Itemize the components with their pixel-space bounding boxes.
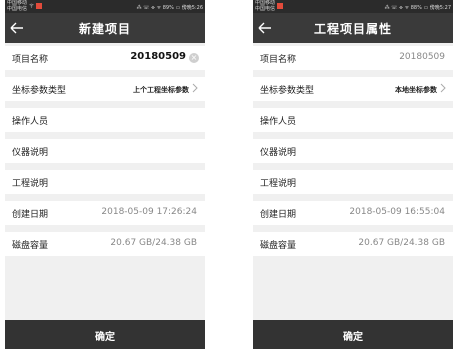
- status-bar: 中国移动 中国电信 ⁂ ☏ ⌯ ᯤ 88% ▭ 傍晚5:27: [253, 0, 453, 13]
- project-name-value[interactable]: 20180509: [130, 51, 186, 62]
- coordinate-param-type-row[interactable]: 坐标参数类型 上个工程坐标参数: [5, 77, 205, 101]
- new-project-screen: 中国移动 中国电信 ⁂ ☏ ⌯ ᯤ 89% ▭ 傍晚5:26 新建项目 项目名称…: [5, 0, 205, 349]
- project-desc-label: 工程说明: [260, 179, 297, 189]
- coordinate-param-type-label: 坐标参数类型: [12, 86, 67, 96]
- project-name-label: 项目名称: [260, 55, 297, 65]
- instrument-desc-row[interactable]: 仪器说明: [5, 139, 205, 163]
- clear-circle-icon[interactable]: ×: [189, 53, 199, 63]
- operator-label: 操作人员: [12, 117, 49, 127]
- project-desc-label: 工程说明: [12, 179, 49, 189]
- instrument-desc-row[interactable]: 仪器说明: [253, 139, 453, 163]
- chevron-right-icon: [192, 83, 198, 93]
- confirm-button[interactable]: 确定: [253, 320, 453, 349]
- status-right: ⁂ ☏ ⌯ ᯤ 88% ▭ 傍晚5:27: [384, 5, 451, 11]
- carrier-info: 中国移动 中国电信: [255, 0, 275, 12]
- coordinate-param-type-value: 本地坐标参数: [395, 86, 437, 94]
- project-name-value: 20180509: [399, 52, 445, 62]
- carrier-2: 中国电信: [255, 6, 276, 12]
- operator-label: 操作人员: [260, 117, 297, 127]
- form-list: 项目名称 20180509 × 坐标参数类型 上个工程坐标参数 操作人员 仪器说…: [5, 43, 205, 256]
- coordinate-param-type-row[interactable]: 坐标参数类型 本地坐标参数: [253, 77, 453, 101]
- disk-capacity-value: 20.67 GB/24.38 GB: [110, 238, 197, 248]
- disk-capacity-row: 磁盘容量 20.67 GB/24.38 GB: [5, 232, 205, 256]
- created-date-value: 2018-05-09 17:26:24: [101, 207, 197, 217]
- carrier-info: 中国移动 中国电信: [7, 0, 27, 12]
- project-name-row: 项目名称 20180509: [253, 46, 453, 70]
- instrument-desc-label: 仪器说明: [12, 148, 49, 158]
- notification-icon: [277, 3, 283, 9]
- confirm-label: 确定: [343, 332, 363, 343]
- page-title: 新建项目: [78, 22, 131, 36]
- disk-capacity-value: 20.67 GB/24.38 GB: [358, 238, 445, 248]
- operator-row[interactable]: 操作人员: [5, 108, 205, 132]
- created-date-row: 创建日期 2018-05-09 17:26:24: [5, 201, 205, 225]
- status-bar: 中国移动 中国电信 ⁂ ☏ ⌯ ᯤ 89% ▭ 傍晚5:26: [5, 0, 205, 13]
- created-date-label: 创建日期: [12, 210, 49, 220]
- coordinate-param-type-label: 坐标参数类型: [260, 86, 315, 96]
- page-title: 工程项目属性: [313, 22, 392, 36]
- title-bar: 新建项目: [5, 13, 205, 43]
- project-desc-row[interactable]: 工程说明: [5, 170, 205, 194]
- disk-capacity-label: 磁盘容量: [260, 241, 297, 251]
- project-desc-row[interactable]: 工程说明: [253, 170, 453, 194]
- title-bar: 工程项目属性: [253, 13, 453, 43]
- project-properties-screen: 中国移动 中国电信 ⁂ ☏ ⌯ ᯤ 88% ▭ 傍晚5:27 工程项目属性 项目…: [253, 0, 453, 349]
- confirm-button[interactable]: 确定: [5, 320, 205, 349]
- notification-icon: [36, 3, 42, 9]
- status-right: ⁂ ☏ ⌯ ᯤ 89% ▭ 傍晚5:26: [136, 5, 203, 11]
- coordinate-param-type-value: 上个工程坐标参数: [133, 86, 189, 94]
- created-date-label: 创建日期: [260, 210, 297, 220]
- form-list: 项目名称 20180509 坐标参数类型 本地坐标参数 操作人员 仪器说明 工程…: [253, 43, 453, 256]
- created-date-value: 2018-05-09 16:55:04: [349, 207, 445, 217]
- created-date-row: 创建日期 2018-05-09 16:55:04: [253, 201, 453, 225]
- instrument-desc-label: 仪器说明: [260, 148, 297, 158]
- project-name-row[interactable]: 项目名称 20180509 ×: [5, 46, 205, 70]
- disk-capacity-row: 磁盘容量 20.67 GB/24.38 GB: [253, 232, 453, 256]
- confirm-label: 确定: [95, 332, 115, 343]
- chevron-right-icon: [440, 83, 446, 93]
- carrier-2: 中国电信: [7, 6, 28, 12]
- disk-capacity-label: 磁盘容量: [12, 241, 49, 251]
- wifi-icon: [29, 3, 34, 8]
- project-name-label: 项目名称: [12, 55, 49, 65]
- operator-row[interactable]: 操作人员: [253, 108, 453, 132]
